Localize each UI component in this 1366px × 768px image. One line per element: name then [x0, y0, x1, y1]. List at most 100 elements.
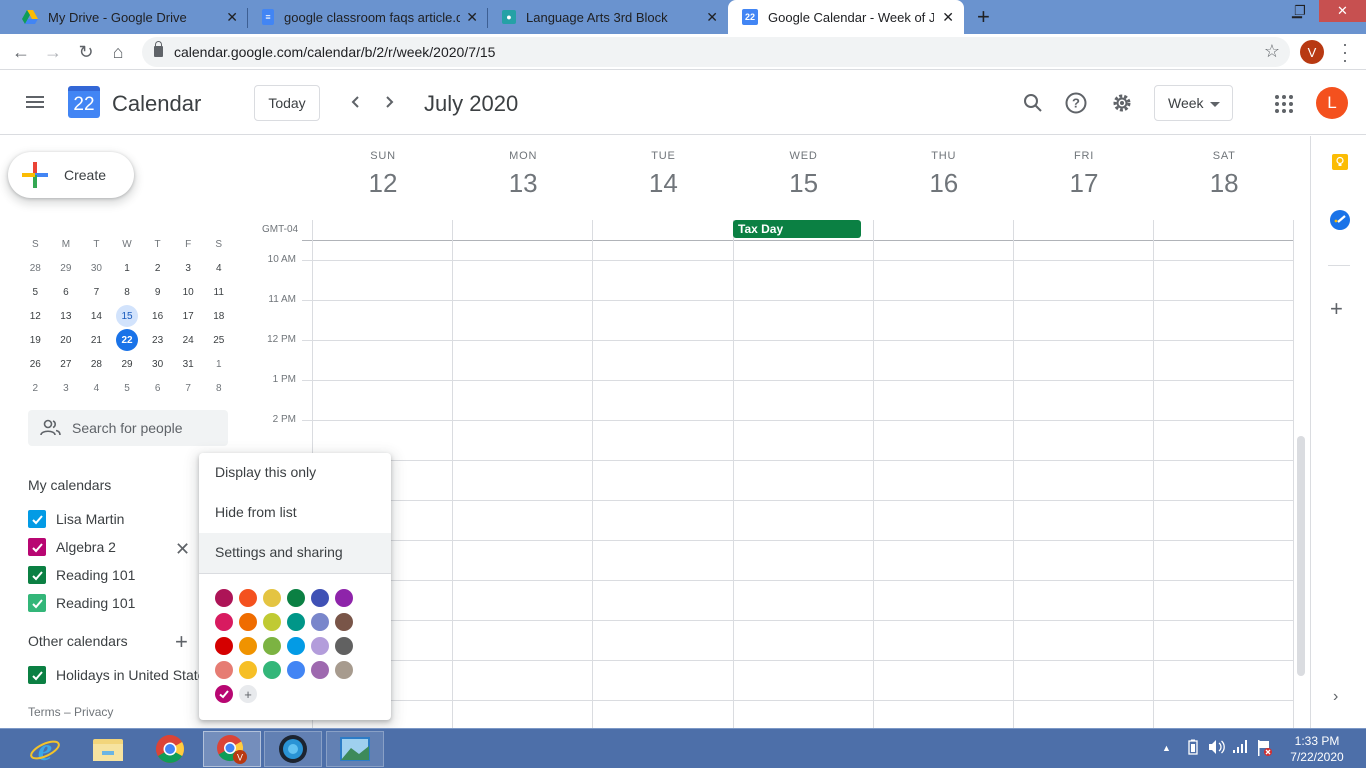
remove-calendar-icon[interactable]: ✕ [175, 539, 190, 560]
browser-menu-icon[interactable]: · · · [1340, 35, 1350, 69]
mini-calendar-day[interactable]: 5 [112, 377, 143, 399]
color-swatch[interactable] [239, 661, 257, 679]
grid-scrollbar[interactable] [1297, 436, 1305, 676]
close-tab-icon[interactable]: ✕ [706, 9, 718, 26]
chrome-icon[interactable] [141, 731, 199, 767]
calendar-list-item[interactable]: Reading 101 [28, 593, 135, 613]
day-column-header[interactable]: SAT 18 [1154, 150, 1294, 199]
mini-calendar-day[interactable]: 9 [142, 281, 173, 303]
tab-google-calendar[interactable]: 22 Google Calendar - Week of July 12, 20… [728, 0, 964, 34]
help-icon[interactable]: ? [1064, 91, 1088, 115]
mini-calendar-day[interactable]: 24 [173, 329, 204, 351]
google-tasks-icon[interactable] [1330, 210, 1350, 230]
color-swatch[interactable] [311, 589, 329, 607]
color-swatch[interactable] [287, 589, 305, 607]
menu-item-hide-from-list[interactable]: Hide from list [199, 493, 391, 533]
day-column-header[interactable]: WED 15 [734, 150, 874, 199]
color-swatch[interactable] [335, 637, 353, 655]
color-swatch[interactable] [263, 589, 281, 607]
mini-calendar-day[interactable]: 5 [20, 281, 51, 303]
search-icon[interactable] [1021, 91, 1045, 115]
main-menu-icon[interactable] [26, 96, 44, 108]
close-tab-icon[interactable]: ✕ [466, 9, 478, 26]
my-calendars-heading[interactable]: My calendars [28, 477, 111, 493]
address-bar[interactable]: calendar.google.com/calendar/b/2/r/week/… [142, 37, 1290, 67]
day-column-header[interactable]: MON 13 [453, 150, 593, 199]
color-swatch[interactable] [239, 613, 257, 631]
mini-calendar-day[interactable]: 11 [203, 281, 234, 303]
color-swatch[interactable] [215, 661, 233, 679]
day-date[interactable]: 16 [874, 168, 1014, 199]
mini-calendar-day[interactable]: 8 [112, 281, 143, 303]
calendar-list-item[interactable]: Algebra 2 [28, 537, 116, 557]
mini-calendar-day[interactable]: 12 [20, 305, 51, 327]
settings-gear-icon[interactable] [1110, 91, 1134, 115]
calendar-checkbox[interactable] [28, 510, 46, 528]
show-hidden-icons[interactable]: ▲ [1162, 743, 1171, 753]
mini-calendar-day[interactable]: 29 [112, 353, 143, 375]
calendar-checkbox[interactable] [28, 594, 46, 612]
color-swatch[interactable] [215, 637, 233, 655]
mini-calendar-day[interactable]: 3 [173, 257, 204, 279]
next-week-button[interactable] [382, 92, 396, 115]
forward-button[interactable]: → [41, 40, 65, 64]
calendar-list-item[interactable]: Reading 101 [28, 565, 135, 585]
media-player-icon[interactable] [264, 731, 322, 767]
restore-icon[interactable]: ❐ [1281, 0, 1319, 22]
mini-calendar-day[interactable]: 3 [51, 377, 82, 399]
selected-color-swatch[interactable] [215, 685, 233, 703]
calendar-checkbox[interactable] [28, 666, 46, 684]
add-other-calendar-icon[interactable]: + [175, 629, 188, 655]
mini-calendar-day[interactable]: 23 [142, 329, 173, 351]
day-date[interactable]: 14 [593, 168, 733, 199]
color-swatch[interactable] [215, 589, 233, 607]
mini-calendar-day[interactable]: 31 [173, 353, 204, 375]
close-tab-icon[interactable]: ✕ [226, 9, 238, 26]
mini-calendar-day[interactable]: 26 [20, 353, 51, 375]
mini-calendar-day[interactable]: 1 [112, 257, 143, 279]
week-grid[interactable]: GMT-04 10 AM 11 AM 12 PM 1 PM 2 PM Tax Day [240, 220, 1310, 728]
event-tax-day[interactable]: Tax Day [733, 220, 861, 238]
previous-week-button[interactable] [349, 92, 363, 115]
mini-calendar-day[interactable]: 7 [173, 377, 204, 399]
color-swatch[interactable] [311, 661, 329, 679]
network-signal-icon[interactable] [1233, 739, 1249, 756]
google-keep-icon[interactable] [1332, 154, 1348, 170]
day-date[interactable]: 12 [313, 168, 453, 199]
mini-calendar-day[interactable]: 16 [142, 305, 173, 327]
mini-calendar-day[interactable]: 20 [51, 329, 82, 351]
color-swatch[interactable] [335, 589, 353, 607]
mini-calendar-day[interactable]: 18 [203, 305, 234, 327]
mini-calendar-day[interactable]: 21 [81, 329, 112, 351]
terms-link[interactable]: Terms [28, 705, 61, 719]
mini-calendar-day[interactable]: 1 [203, 353, 234, 375]
expand-side-panel-icon[interactable]: › [1333, 688, 1338, 706]
mini-calendar-day[interactable]: 14 [81, 305, 112, 327]
day-date[interactable]: 17 [1014, 168, 1154, 199]
tab-google-docs[interactable]: ≡ google classroom faqs article.docx ✕ [248, 0, 488, 34]
bookmark-star-icon[interactable]: ☆ [1264, 41, 1280, 62]
mini-calendar-day[interactable]: 19 [20, 329, 51, 351]
day-column-header[interactable]: THU 16 [874, 150, 1014, 199]
color-swatch[interactable] [239, 589, 257, 607]
mini-calendar-today[interactable]: 22 [112, 329, 143, 351]
calendar-list-item[interactable]: Lisa Martin [28, 509, 124, 529]
calendar-checkbox[interactable] [28, 566, 46, 584]
menu-item-settings-and-sharing[interactable]: Settings and sharing [199, 533, 391, 573]
color-swatch[interactable] [263, 661, 281, 679]
mini-calendar-day[interactable]: 25 [203, 329, 234, 351]
mini-calendar-day[interactable]: 6 [142, 377, 173, 399]
day-column-header[interactable]: TUE 14 [593, 150, 733, 199]
color-swatch[interactable] [263, 637, 281, 655]
mini-calendar-day[interactable]: 6 [51, 281, 82, 303]
chrome-profile-v-icon[interactable]: V [203, 731, 261, 767]
mini-calendar-day[interactable]: 4 [203, 257, 234, 279]
battery-icon[interactable] [1188, 739, 1198, 758]
tab-google-classroom[interactable]: ● Language Arts 3rd Block ✕ [488, 0, 728, 34]
color-swatch[interactable] [335, 661, 353, 679]
color-swatch[interactable] [239, 637, 257, 655]
day-date[interactable]: 15 [734, 168, 874, 199]
file-explorer-icon[interactable] [79, 731, 137, 767]
mini-calendar-day[interactable]: 15 [112, 305, 143, 327]
add-custom-color-button[interactable]: + [239, 685, 257, 703]
